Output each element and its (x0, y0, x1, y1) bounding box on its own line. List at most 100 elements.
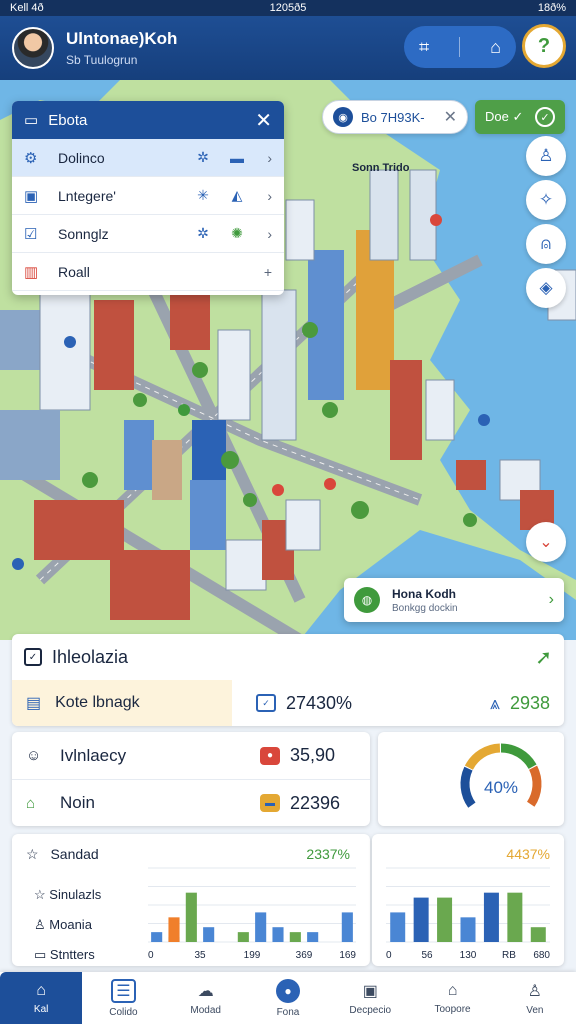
map-search-label: Bo 7H93K- (361, 109, 425, 125)
star-icon: ☆ (34, 887, 46, 902)
tree-icon: ✳ (197, 187, 209, 203)
chevron-right-icon: › (267, 149, 272, 166)
user-icon: ♙ (34, 917, 46, 932)
layers-icon: ▭ (24, 112, 39, 129)
info-row-right-cell: ⩓ 2938 (490, 693, 550, 714)
legend-label: Moania (49, 917, 92, 932)
chart-bar (483, 892, 499, 942)
legend-item: ☆ Sinulazls (34, 880, 101, 910)
square-icon: ▭ (34, 947, 47, 962)
avatar[interactable] (12, 27, 54, 69)
gauge-value: 40% (484, 778, 518, 797)
info-row-value: 27430% (286, 692, 353, 713)
home-icon[interactable]: ⌂ (490, 37, 501, 58)
map-chip-label: Doe ✓ (485, 109, 524, 124)
layer-item-0[interactable]: ⚙ Dolinco ✲ ▬ › (12, 139, 284, 177)
stat-row[interactable]: ☺ Ivlnlaecy ● 35,90 (12, 732, 370, 779)
close-icon[interactable]: ✕ (255, 108, 272, 133)
smile-icon: ☺ (26, 747, 42, 764)
grid-icon[interactable]: ⌗ (419, 37, 429, 58)
layer-item-label: Roall (58, 263, 90, 280)
chart-bar (237, 932, 249, 942)
nav-item-bookmark[interactable]: ⌂ Toopore (411, 972, 493, 1024)
nav-item-cloud[interactable]: ☁ Modad (165, 972, 247, 1024)
x-tick-label: 680 (533, 950, 550, 961)
chart-card-1: ☆ Sandad 2337% ☆ Sinulazls ♙ Moania ▭ St… (12, 834, 370, 966)
info-icon: ✓ (24, 648, 42, 666)
check-icon: ✓ (535, 107, 555, 127)
x-tick-label: 169 (339, 950, 356, 961)
close-icon[interactable]: ✕ (444, 107, 457, 127)
chart-bar (307, 932, 319, 942)
navigate-button[interactable]: ◈ (526, 268, 566, 308)
nav-item-profile[interactable]: ♙ Ven (494, 972, 576, 1024)
poi-subtitle: Bonkgg dockin (392, 602, 458, 614)
stat-value: 22396 (290, 792, 341, 813)
nav-item-center[interactable]: ● Fona (247, 972, 329, 1024)
plus-icon: + (263, 263, 272, 280)
drop-pin-button[interactable]: ⌄ (526, 522, 566, 562)
doc-icon: ▣ (24, 187, 39, 205)
layer-menu-header: ▭ Ebota ✕ (12, 101, 284, 139)
gauge-arc (500, 743, 537, 770)
layer-item-2[interactable]: ☑ Sonnglz ✲ ✺ › (12, 215, 284, 253)
app-title: Ulntonae)Koh (66, 29, 178, 48)
nav-item-map[interactable]: ⌂ Kal (0, 972, 83, 1024)
poi-text: Hona Kodh Bonkgg dockin (392, 587, 458, 614)
help-button[interactable]: ? (522, 24, 566, 68)
info-row-label: Kote lbnagk (55, 694, 140, 711)
bus-icon: ▤ (26, 695, 42, 712)
stat-value: 35,90 (290, 745, 336, 765)
nav-item-list[interactable]: ☰ Colido (82, 972, 164, 1024)
gauge-arc (526, 765, 542, 807)
x-tick-label: 35 (194, 950, 206, 961)
nav-item-camera[interactable]: ▣ Decpecio (329, 972, 411, 1024)
chart-bar (168, 917, 180, 942)
nav-label: Colido (109, 1006, 138, 1018)
bookmark-icon: ⌂ (447, 981, 458, 999)
poi-card[interactable]: ◍ Hona Kodh Bonkgg dockin › (344, 578, 564, 622)
chart-bar (272, 927, 284, 942)
compass-icon: ✧ (538, 190, 554, 209)
layer-item-1[interactable]: ▣ Lntegere' ✳ ◭ › (12, 177, 284, 215)
compass-button[interactable]: ✧ (526, 180, 566, 220)
gauge: 40% (460, 743, 542, 808)
bell-icon: ⍝ (540, 234, 552, 253)
map-icon: ⌂ (36, 981, 46, 999)
info-row-label-cell: ▤ Kote lbnagk (12, 680, 232, 726)
x-tick-label: 369 (296, 950, 313, 961)
chevron-down-icon: ⌄ (539, 534, 553, 551)
layer-menu: ▭ Ebota ✕ ⚙ Dolinco ✲ ▬ › ▣ Lntegere' ✳ … (12, 101, 284, 295)
expand-arrow-icon[interactable]: ➚ (535, 645, 552, 670)
x-tick-label: 0 (148, 950, 154, 961)
info-panel: ✓ Ihleolazia ➚ ▤ Kote lbnagk ✓ 27430% ⩓ … (12, 634, 564, 726)
alert-button[interactable]: ⍝ (526, 224, 566, 264)
user-icon: ♙ (527, 982, 542, 1000)
map-filter-chip[interactable]: Doe ✓ ✓ (475, 100, 565, 134)
info-panel-row[interactable]: ▤ Kote lbnagk ✓ 27430% ⩓ 2938 (12, 680, 564, 726)
list-icon: ☰ (111, 978, 136, 1003)
gauge-arc (464, 743, 501, 770)
layer-item-label: Dolinco (58, 149, 105, 166)
camera-icon: ▣ (362, 982, 378, 1000)
navigate-icon: ◈ (539, 278, 553, 297)
chart-bar (390, 912, 406, 942)
user-location-button[interactable]: ♙ (526, 136, 566, 176)
gauge-arc (460, 766, 476, 808)
chevron-right-icon[interactable]: › (549, 591, 554, 609)
divider (459, 37, 461, 57)
chart-bar (341, 912, 353, 942)
bar-chart-1: 0 35 199 369 169 (148, 867, 356, 961)
app-subtitle: Sb Tuulogrun (66, 53, 138, 67)
nav-label: Ven (526, 1004, 544, 1016)
card-icon: ▬ (260, 794, 280, 812)
legend-item: ♙ Moania (34, 910, 101, 940)
bus-icon: ✲ (197, 225, 209, 241)
layer-item-3[interactable]: ▥ Roall + (12, 253, 284, 291)
legend-label: Sinulazls (49, 887, 102, 902)
stat-row[interactable]: ⌂ Noin ▬ 22396 (12, 779, 370, 826)
badge-icon: ● (260, 746, 280, 765)
gauge-card: 40% (378, 732, 564, 826)
chart-bar (437, 897, 453, 942)
map-search-pill[interactable]: ◉ Bo 7H93K- ✕ (322, 100, 468, 134)
